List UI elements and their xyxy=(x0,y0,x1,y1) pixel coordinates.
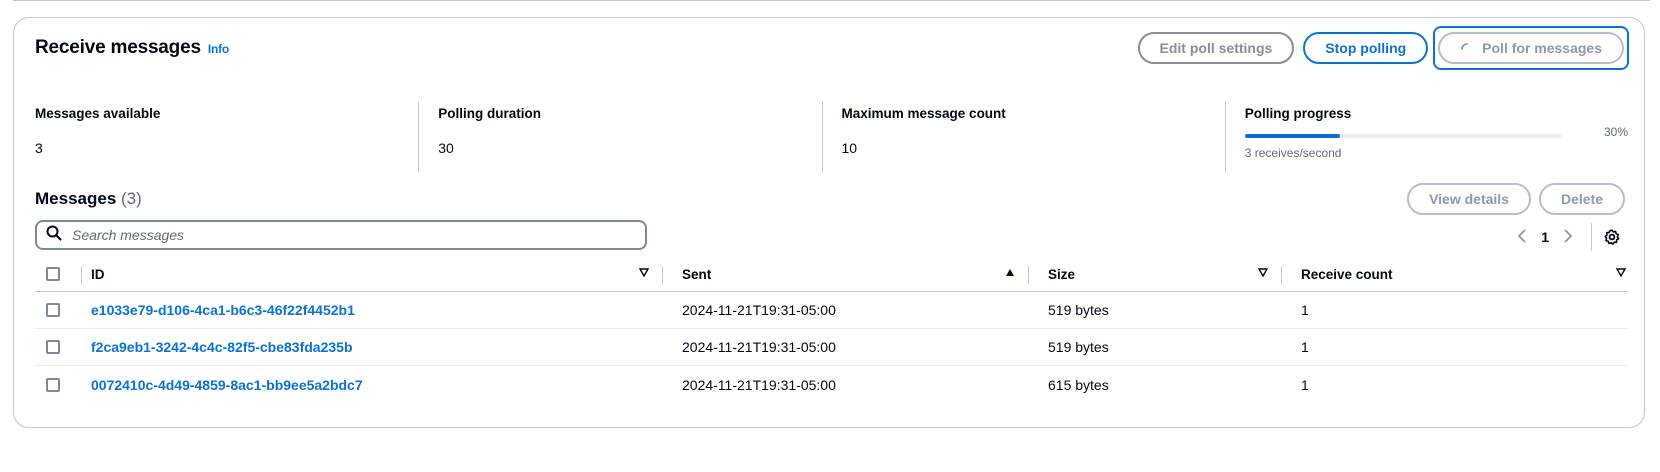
column-header-sent[interactable]: Sent xyxy=(663,257,1029,291)
search-box xyxy=(35,220,647,250)
view-details-button[interactable]: View details xyxy=(1407,183,1531,215)
message-id-link[interactable]: e1033e79-d106-4ca1-b6c3-46f22f4452b1 xyxy=(91,302,355,318)
chevron-left-icon[interactable] xyxy=(1515,227,1529,248)
table-actions: View details Delete xyxy=(1407,183,1625,215)
polling-stats: Messages available 3 Polling duration 30… xyxy=(35,102,1628,172)
stat-value: 10 xyxy=(841,140,858,156)
cell-size: 615 bytes xyxy=(1048,376,1109,393)
caret-down-outline-icon[interactable] xyxy=(1615,268,1627,280)
row-checkbox[interactable] xyxy=(46,340,60,354)
delete-button[interactable]: Delete xyxy=(1538,183,1625,215)
cell-size: 519 bytes xyxy=(1048,302,1109,318)
table-header: ID Sent Size Receive count xyxy=(35,257,1628,292)
message-id-link[interactable]: 0072410c-4d49-4859-8ac1-bb9ee5a2bdc7 xyxy=(91,377,363,393)
table-row[interactable]: 0072410c-4d49-4859-8ac1-bb9ee5a2bdc7 202… xyxy=(35,366,1628,403)
messages-table: ID Sent Size Receive count e1033e79-d106… xyxy=(35,257,1628,403)
column-header-receive-count[interactable]: Receive count xyxy=(1282,257,1628,291)
row-checkbox[interactable] xyxy=(46,303,60,317)
column-label: Receive count xyxy=(1301,266,1393,282)
cell-size: 519 bytes xyxy=(1048,339,1109,355)
poll-for-messages-label: Poll for messages xyxy=(1482,40,1602,56)
message-id-link[interactable]: f2ca9eb1-3242-4c4c-82f5-cbe83fda235b xyxy=(91,339,353,355)
column-header-id[interactable]: ID xyxy=(82,257,663,291)
stat-polling-duration: Polling duration 30 xyxy=(418,102,821,172)
cell-receive-count: 1 xyxy=(1301,376,1309,393)
messages-header: Messages (3) xyxy=(35,189,142,209)
stat-value: 30 xyxy=(438,140,454,156)
row-select-cell xyxy=(35,366,82,403)
panel-title: Receive messages xyxy=(35,37,201,58)
poll-for-messages-focus-ring: Poll for messages xyxy=(1433,26,1629,70)
pager-divider xyxy=(1591,223,1592,251)
cell-id: f2ca9eb1-3242-4c4c-82f5-cbe83fda235b xyxy=(82,329,663,365)
stat-label: Messages available xyxy=(35,106,161,121)
search-icon xyxy=(46,225,62,246)
column-label: ID xyxy=(91,266,105,282)
column-label: Size xyxy=(1048,266,1076,282)
header-select-cell xyxy=(35,257,82,291)
spinner-icon xyxy=(1460,41,1474,55)
caret-down-outline-icon[interactable] xyxy=(1257,268,1269,280)
top-divider xyxy=(13,0,1650,1)
progress-bar-row: 30% xyxy=(1244,125,1628,139)
header-actions: Edit poll settings Stop polling Poll for… xyxy=(1137,26,1629,70)
messages-title: Messages xyxy=(35,189,117,208)
cell-receive-count: 1 xyxy=(1301,302,1309,318)
receive-messages-panel: Receive messages Info Edit poll settings… xyxy=(13,17,1645,428)
stat-messages-available: Messages available 3 xyxy=(35,102,418,172)
progress-percent: 30% xyxy=(1603,125,1628,139)
progress-description: 3 receives/second xyxy=(1244,146,1342,160)
caret-down-outline-icon[interactable] xyxy=(638,268,650,280)
cell-sent: 2024-11-21T19:31-05:00 xyxy=(682,339,836,355)
row-checkbox[interactable] xyxy=(46,377,60,392)
stat-label: Polling duration xyxy=(438,106,541,121)
pagination: 1 xyxy=(1515,223,1620,251)
poll-for-messages-button[interactable]: Poll for messages xyxy=(1438,32,1624,64)
cell-sent: 2024-11-21T19:31-05:00 xyxy=(682,302,836,318)
row-select-cell xyxy=(35,329,82,365)
caret-up-filled-icon[interactable] xyxy=(1005,268,1015,280)
gear-icon[interactable] xyxy=(1604,229,1620,245)
column-label: Sent xyxy=(682,266,712,282)
chevron-right-icon[interactable] xyxy=(1561,227,1575,248)
info-link[interactable]: Info xyxy=(208,42,229,56)
progress-fill xyxy=(1244,134,1340,138)
messages-count: (3) xyxy=(121,189,142,208)
stop-polling-button[interactable]: Stop polling xyxy=(1303,32,1429,64)
search-input[interactable] xyxy=(70,226,610,244)
table-row[interactable]: e1033e79-d106-4ca1-b6c3-46f22f4452b1 202… xyxy=(35,292,1628,329)
panel-header: Receive messages Info xyxy=(35,37,229,59)
cell-id: 0072410c-4d49-4859-8ac1-bb9ee5a2bdc7 xyxy=(82,366,663,403)
stat-value: 3 xyxy=(35,140,43,156)
row-select-cell xyxy=(35,292,82,328)
progress-track xyxy=(1244,134,1561,138)
edit-poll-settings-button[interactable]: Edit poll settings xyxy=(1137,32,1295,64)
select-all-checkbox[interactable] xyxy=(46,267,60,281)
stat-label: Polling progress xyxy=(1244,106,1352,121)
cell-sent: 2024-11-21T19:31-05:00 xyxy=(682,376,836,393)
cell-receive-count: 1 xyxy=(1301,339,1309,355)
table-row[interactable]: f2ca9eb1-3242-4c4c-82f5-cbe83fda235b 202… xyxy=(35,329,1628,366)
stat-max-message-count: Maximum message count 10 xyxy=(821,102,1225,172)
cell-id: e1033e79-d106-4ca1-b6c3-46f22f4452b1 xyxy=(82,292,663,328)
stat-polling-progress: Polling progress 30% 3 receives/second xyxy=(1224,102,1628,172)
column-header-size[interactable]: Size xyxy=(1029,257,1282,291)
page-number[interactable]: 1 xyxy=(1541,229,1549,245)
stat-label: Maximum message count xyxy=(841,106,1006,121)
